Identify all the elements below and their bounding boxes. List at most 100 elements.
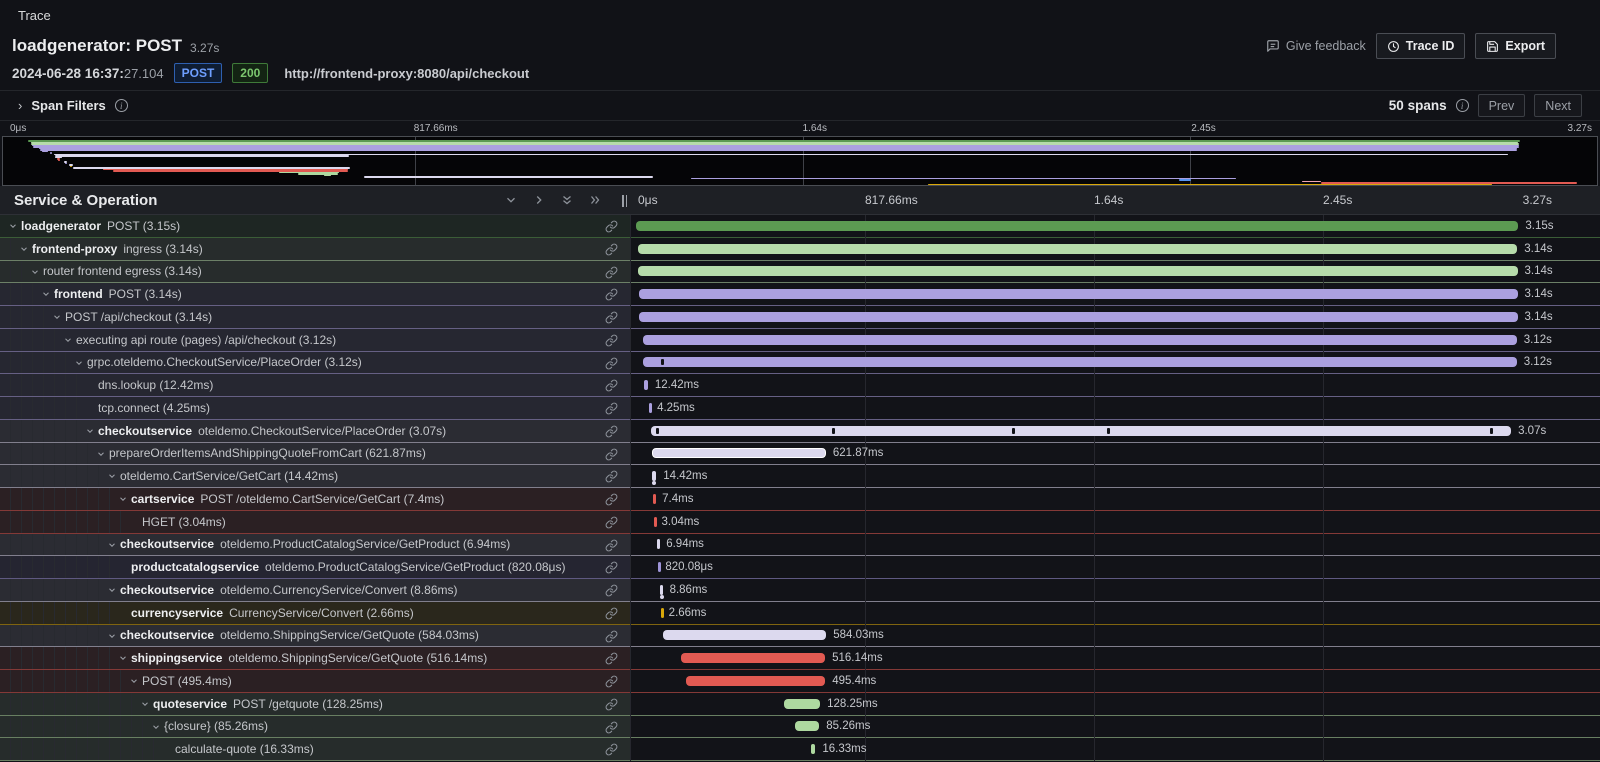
span-name-cell[interactable]: POST (495.4ms) [0, 670, 630, 692]
span-duration-bar[interactable] [649, 403, 652, 413]
span-link-icon[interactable] [605, 448, 618, 461]
span-name-cell[interactable]: executing api route (pages) /api/checkou… [0, 329, 630, 351]
span-duration-bar[interactable] [638, 244, 1518, 254]
span-link-icon[interactable] [605, 357, 618, 370]
span-link-icon[interactable] [605, 220, 618, 233]
span-duration-bar[interactable] [636, 221, 1518, 231]
span-row[interactable]: executing api route (pages) /api/checkou… [0, 329, 1600, 352]
chevron-down-icon[interactable] [41, 289, 51, 299]
span-row[interactable]: oteldemo.CartService/GetCart (14.42ms)14… [0, 465, 1600, 488]
span-row[interactable]: checkoutserviceoteldemo.CheckoutService/… [0, 420, 1600, 443]
span-row[interactable]: {closure} (85.26ms)85.26ms [0, 716, 1600, 739]
trace-id-button[interactable]: Trace ID [1376, 33, 1466, 59]
span-row[interactable]: quoteservicePOST /getquote (128.25ms)128… [0, 693, 1600, 716]
span-duration-bar[interactable] [784, 699, 820, 709]
span-name-cell[interactable]: POST /api/checkout (3.14s) [0, 306, 630, 328]
span-name-cell[interactable]: productcatalogserviceoteldemo.ProductCat… [0, 556, 630, 578]
span-name-cell[interactable]: tcp.connect (4.25ms) [0, 397, 630, 419]
span-duration-bar[interactable] [644, 380, 647, 390]
next-button[interactable]: Next [1534, 94, 1582, 117]
span-duration-bar[interactable] [660, 585, 663, 595]
span-name-cell[interactable]: cartservicePOST /oteldemo.CartService/Ge… [0, 488, 630, 510]
span-link-icon[interactable] [605, 675, 618, 688]
chevron-down-icon[interactable] [85, 426, 95, 436]
span-link-icon[interactable] [605, 743, 618, 756]
span-row[interactable]: POST /api/checkout (3.14s)3.14s [0, 306, 1600, 329]
span-duration-bar[interactable] [681, 653, 826, 663]
span-duration-bar[interactable] [811, 744, 816, 754]
info-icon[interactable]: i [1456, 99, 1469, 112]
chevron-down-icon[interactable] [96, 449, 106, 459]
chevron-down-icon[interactable] [140, 699, 150, 709]
span-name-cell[interactable]: checkoutserviceoteldemo.ShippingService/… [0, 625, 630, 647]
span-duration-bar[interactable] [658, 562, 661, 572]
span-link-icon[interactable] [605, 425, 618, 438]
span-name-cell[interactable]: router frontend egress (3.14s) [0, 261, 630, 283]
span-link-icon[interactable] [605, 721, 618, 734]
span-row[interactable]: frontend-proxyingress (3.14s)3.14s [0, 238, 1600, 261]
span-name-cell[interactable]: oteldemo.CartService/GetCart (14.42ms) [0, 465, 630, 487]
span-link-icon[interactable] [605, 311, 618, 324]
span-row[interactable]: checkoutserviceoteldemo.ShippingService/… [0, 625, 1600, 648]
span-link-icon[interactable] [605, 652, 618, 665]
span-duration-bar[interactable] [686, 676, 825, 686]
span-name-cell[interactable]: checkoutserviceoteldemo.CheckoutService/… [0, 420, 630, 442]
span-duration-bar[interactable] [652, 448, 826, 458]
export-button[interactable]: Export [1475, 33, 1556, 59]
span-link-icon[interactable] [605, 334, 618, 347]
span-link-icon[interactable] [605, 516, 618, 529]
prev-button[interactable]: Prev [1478, 94, 1526, 117]
chevron-down-icon[interactable] [151, 722, 161, 732]
chevron-down-icon[interactable] [30, 267, 40, 277]
chevron-down-icon[interactable] [118, 653, 128, 663]
span-duration-bar[interactable] [661, 608, 664, 618]
span-name-cell[interactable]: shippingserviceoteldemo.ShippingService/… [0, 647, 630, 669]
span-name-cell[interactable]: currencyserviceCurrencyService/Convert (… [0, 602, 630, 624]
span-row[interactable]: dns.lookup (12.42ms)12.42ms [0, 374, 1600, 397]
span-link-icon[interactable] [605, 607, 618, 620]
span-row[interactable]: grpc.oteldemo.CheckoutService/PlaceOrder… [0, 352, 1600, 375]
span-link-icon[interactable] [605, 539, 618, 552]
span-row[interactable]: HGET (3.04ms)3.04ms [0, 511, 1600, 534]
span-row[interactable]: cartservicePOST /oteldemo.CartService/Ge… [0, 488, 1600, 511]
span-duration-bar[interactable] [643, 335, 1517, 345]
chevron-down-icon[interactable] [107, 540, 117, 550]
span-duration-bar[interactable] [638, 266, 1518, 276]
span-name-cell[interactable]: dns.lookup (12.42ms) [0, 374, 630, 396]
span-name-cell[interactable]: checkoutserviceoteldemo.ProductCatalogSe… [0, 534, 630, 556]
span-row[interactable]: prepareOrderItemsAndShippingQuoteFromCar… [0, 443, 1600, 466]
info-icon[interactable]: i [115, 99, 128, 112]
span-duration-bar[interactable] [651, 426, 1511, 436]
span-name-cell[interactable]: quoteservicePOST /getquote (128.25ms) [0, 693, 630, 715]
span-row[interactable]: checkoutserviceoteldemo.CurrencyService/… [0, 579, 1600, 602]
minimap-strip[interactable] [2, 136, 1598, 186]
chevron-down-icon[interactable] [63, 335, 73, 345]
span-duration-bar[interactable] [657, 539, 660, 549]
span-name-cell[interactable]: frontendPOST (3.14s) [0, 283, 630, 305]
span-row[interactable]: POST (495.4ms)495.4ms [0, 670, 1600, 693]
span-link-icon[interactable] [605, 266, 618, 279]
span-duration-bar[interactable] [653, 494, 656, 504]
span-row[interactable]: router frontend egress (3.14s)3.14s [0, 261, 1600, 284]
span-link-icon[interactable] [605, 288, 618, 301]
chevron-down-icon[interactable] [107, 585, 117, 595]
span-filters-toggle[interactable]: › Span Filters i [18, 98, 128, 113]
span-row[interactable]: checkoutserviceoteldemo.ProductCatalogSe… [0, 534, 1600, 557]
span-link-icon[interactable] [605, 630, 618, 643]
span-link-icon[interactable] [605, 698, 618, 711]
chevron-down-icon[interactable] [107, 631, 117, 641]
chevron-down-icon[interactable] [129, 676, 139, 686]
span-name-cell[interactable]: loadgeneratorPOST (3.15s) [0, 215, 630, 237]
span-link-icon[interactable] [605, 243, 618, 256]
span-name-cell[interactable]: checkoutserviceoteldemo.CurrencyService/… [0, 579, 630, 601]
span-row[interactable]: calculate-quote (16.33ms)16.33ms [0, 738, 1600, 761]
span-link-icon[interactable] [605, 379, 618, 392]
chevron-down-icon[interactable] [19, 244, 29, 254]
span-duration-bar[interactable] [643, 357, 1516, 367]
span-link-icon[interactable] [605, 493, 618, 506]
span-row[interactable]: productcatalogserviceoteldemo.ProductCat… [0, 556, 1600, 579]
chevron-down-icon[interactable] [8, 221, 18, 231]
span-duration-bar[interactable] [663, 630, 827, 640]
panel-resize-handle[interactable] [622, 195, 630, 207]
span-row[interactable]: shippingserviceoteldemo.ShippingService/… [0, 647, 1600, 670]
